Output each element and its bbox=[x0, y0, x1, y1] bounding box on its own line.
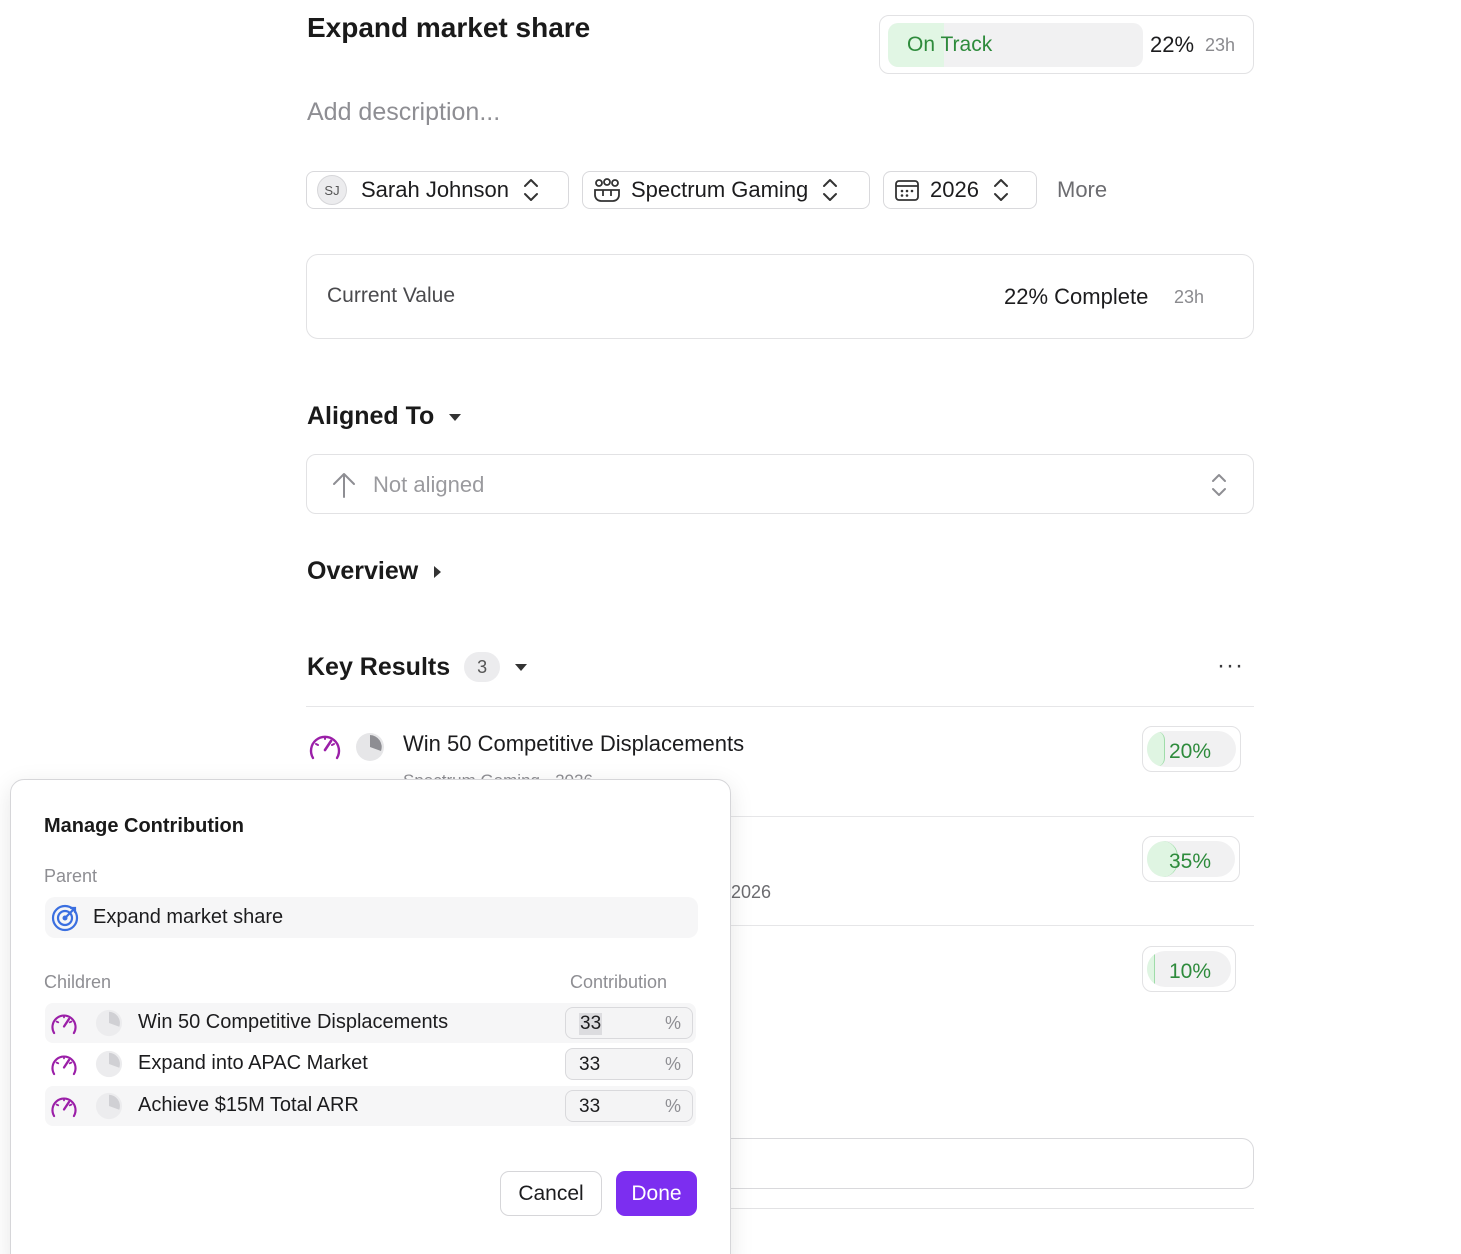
target-icon bbox=[51, 904, 79, 937]
current-value-card[interactable]: Current Value 22% Complete 23h bbox=[306, 254, 1254, 339]
progress-pie-icon bbox=[95, 1092, 123, 1125]
child-row: Win 50 Competitive Displacements 33 % bbox=[45, 1003, 696, 1043]
divider bbox=[720, 1208, 1254, 1209]
parent-label: Parent bbox=[44, 866, 98, 886]
key-results-count: 3 bbox=[464, 652, 501, 682]
child-name: Win 50 Competitive Displacements bbox=[138, 1011, 449, 1033]
contribution-label: Contribution bbox=[570, 972, 668, 992]
child-row: Achieve $15M Total ARR 33 % bbox=[45, 1086, 696, 1126]
key-results-header[interactable]: Key Results 3 bbox=[307, 652, 528, 682]
period-value: 2026 bbox=[930, 177, 979, 202]
parent-row: Expand market share bbox=[45, 897, 698, 938]
objective-title[interactable]: Expand market share bbox=[307, 12, 590, 44]
child-row: Expand into APAC Market 33 % bbox=[45, 1044, 696, 1084]
contribution-input[interactable]: 33 % bbox=[565, 1007, 693, 1039]
chevron-updown-icon bbox=[1209, 471, 1229, 504]
progress-pie-icon bbox=[95, 1050, 123, 1083]
child-name: Expand into APAC Market bbox=[138, 1052, 368, 1074]
aligned-to-selector[interactable]: Not aligned bbox=[306, 454, 1254, 514]
owner-name: Sarah Johnson bbox=[361, 177, 509, 202]
cancel-button[interactable]: Cancel bbox=[500, 1171, 602, 1216]
contribution-value: 33 bbox=[579, 1054, 601, 1075]
contribution-unit: % bbox=[664, 1054, 681, 1074]
current-value-age: 23h bbox=[1174, 287, 1205, 307]
aligned-to-header[interactable]: Aligned To bbox=[307, 402, 462, 431]
aligned-to-placeholder: Not aligned bbox=[373, 472, 485, 497]
contribution-input[interactable]: 33 % bbox=[565, 1090, 693, 1122]
comment-input[interactable] bbox=[700, 1138, 1254, 1189]
progress-pie-icon bbox=[355, 732, 385, 767]
key-results-heading: Key Results bbox=[307, 652, 451, 681]
key-result-title[interactable]: Win 50 Competitive Displacements bbox=[403, 731, 744, 757]
chevron-updown-icon bbox=[820, 176, 840, 204]
more-button[interactable]: More bbox=[1057, 177, 1107, 203]
parent-name: Expand market share bbox=[93, 906, 284, 928]
status-age: 23h bbox=[1205, 35, 1236, 55]
child-name: Achieve $15M Total ARR bbox=[138, 1094, 359, 1116]
gauge-icon bbox=[49, 1051, 79, 1084]
divider bbox=[306, 706, 1254, 707]
key-results-more-button[interactable]: ··· bbox=[1217, 652, 1244, 680]
manage-contribution-popover: Manage Contribution Parent Expand market… bbox=[10, 779, 731, 1254]
team-icon bbox=[593, 178, 621, 202]
status-percent: 22% bbox=[1150, 32, 1195, 57]
progress-fill bbox=[1147, 731, 1165, 767]
done-button[interactable]: Done bbox=[616, 1171, 697, 1216]
gauge-icon bbox=[49, 1010, 79, 1043]
overview-heading: Overview bbox=[307, 557, 419, 585]
current-value-label: Current Value bbox=[327, 284, 456, 307]
team-name: Spectrum Gaming bbox=[631, 177, 809, 202]
popover-title: Manage Contribution bbox=[44, 815, 244, 837]
gauge-icon bbox=[307, 730, 343, 769]
status-label: On Track bbox=[907, 33, 993, 56]
caret-down-icon bbox=[514, 662, 528, 672]
aligned-to-heading: Aligned To bbox=[307, 402, 435, 430]
owner-selector[interactable]: SJ Sarah Johnson bbox=[306, 171, 569, 209]
key-result-progress[interactable]: 20% bbox=[1142, 726, 1241, 772]
caret-right-icon bbox=[432, 565, 442, 579]
progress-fill bbox=[1147, 951, 1156, 987]
contribution-unit: % bbox=[664, 1096, 681, 1116]
chevron-updown-icon bbox=[991, 176, 1011, 204]
arrow-up-icon bbox=[331, 471, 357, 504]
overview-header[interactable]: Overview bbox=[307, 557, 442, 586]
key-result-progress[interactable]: 35% bbox=[1142, 836, 1240, 882]
team-selector[interactable]: Spectrum Gaming bbox=[582, 171, 870, 209]
current-value-text: 22% Complete bbox=[1004, 284, 1149, 309]
progress-percent: 10% bbox=[1169, 960, 1212, 983]
contribution-unit: % bbox=[664, 1013, 681, 1033]
contribution-value: 33 bbox=[579, 1013, 603, 1035]
chevron-updown-icon bbox=[521, 176, 541, 204]
description-input[interactable]: Add description... bbox=[307, 98, 500, 127]
key-result-progress[interactable]: 10% bbox=[1142, 946, 1236, 992]
contribution-value: 33 bbox=[579, 1096, 601, 1117]
status-pill[interactable]: On Track bbox=[888, 23, 1143, 67]
progress-percent: 20% bbox=[1169, 740, 1212, 763]
progress-percent: 35% bbox=[1169, 850, 1212, 873]
period-selector[interactable]: 2026 bbox=[883, 171, 1037, 209]
calendar-icon bbox=[894, 178, 920, 202]
gauge-icon bbox=[49, 1093, 79, 1126]
status-control[interactable]: On Track 22% 23h bbox=[879, 15, 1254, 74]
children-label: Children bbox=[44, 972, 112, 992]
contribution-input[interactable]: 33 % bbox=[565, 1048, 693, 1080]
progress-pie-icon bbox=[95, 1009, 123, 1042]
avatar: SJ bbox=[317, 175, 347, 205]
caret-down-icon bbox=[448, 412, 462, 422]
